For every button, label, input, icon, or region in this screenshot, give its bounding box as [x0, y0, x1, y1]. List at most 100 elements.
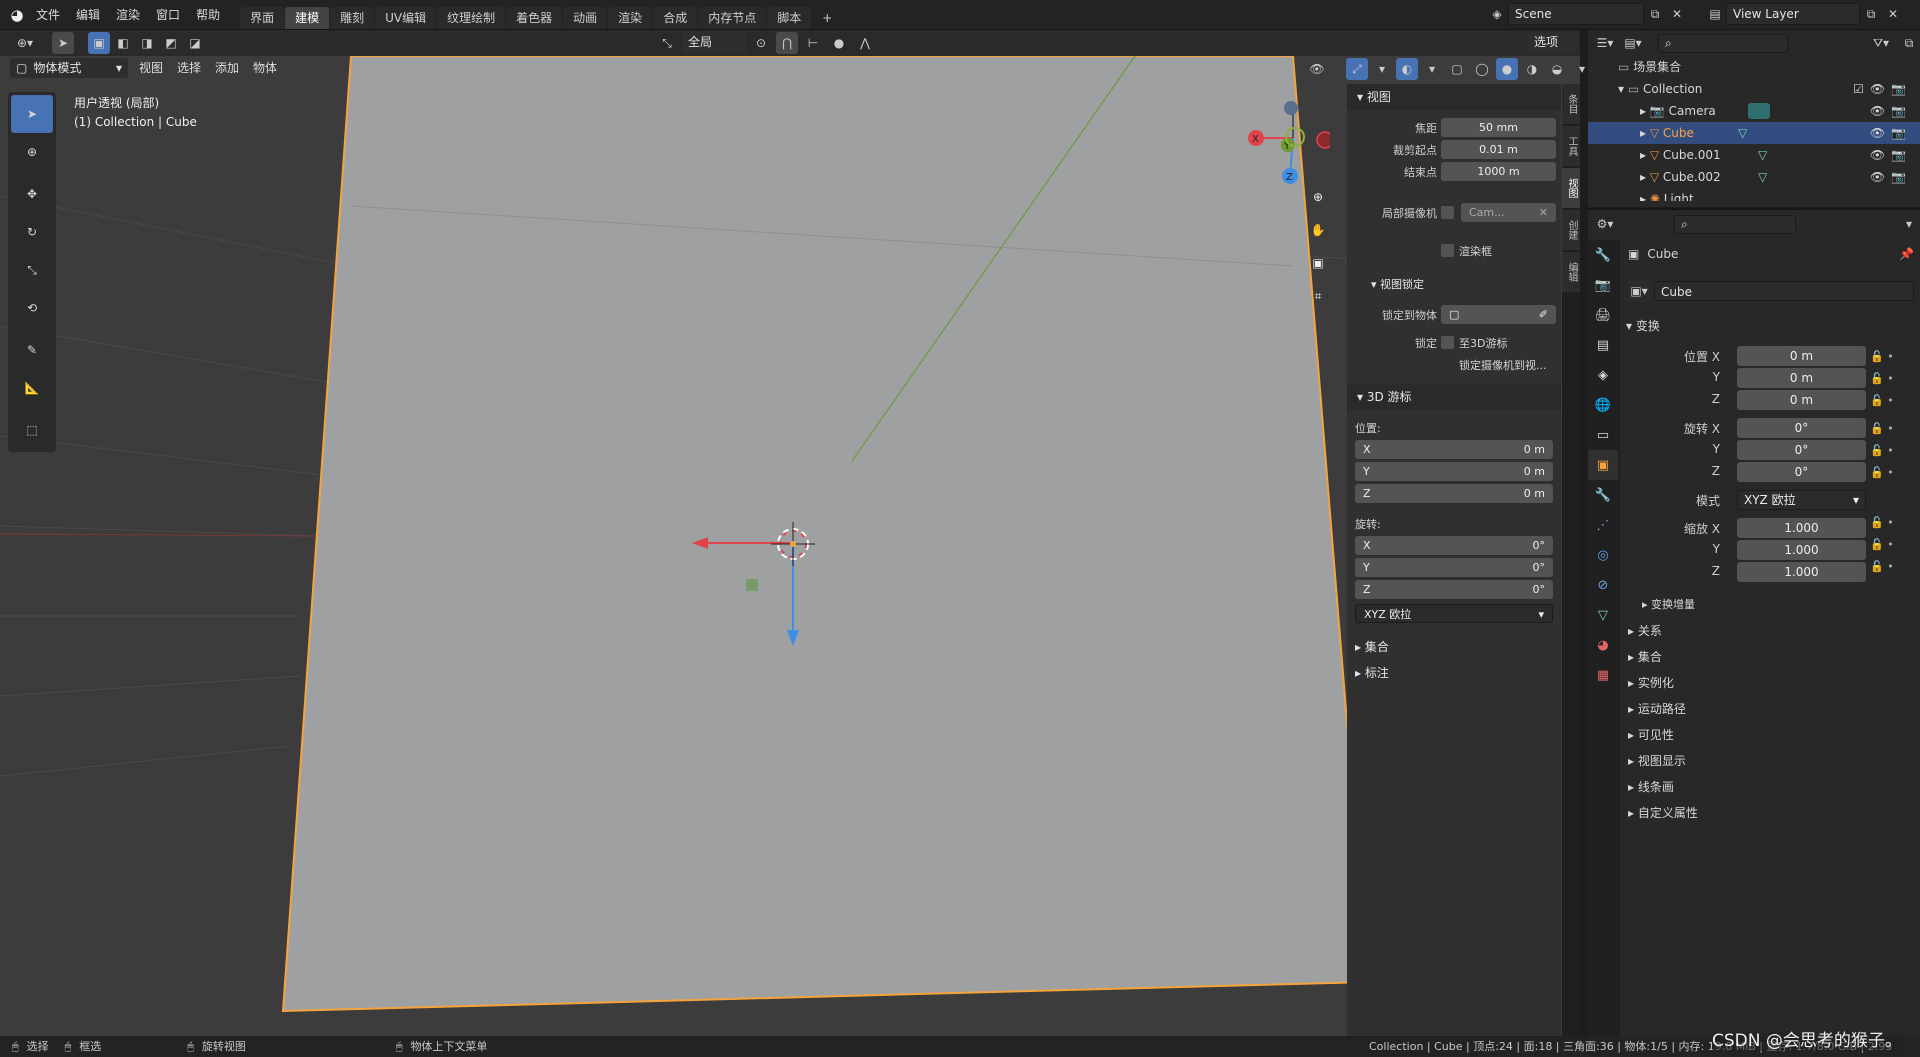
render-tab-icon[interactable]: 📷	[1588, 270, 1618, 300]
delta-transform-header[interactable]: ▸ 变换增量	[1642, 596, 1695, 612]
cursor-loc-z[interactable]: Z0 m	[1355, 484, 1553, 503]
lock-icon[interactable]: 🔓 •	[1870, 534, 1912, 556]
snap-target-icon[interactable]: ⊢	[802, 32, 824, 54]
scale-z-field[interactable]: 1.000	[1737, 562, 1866, 582]
camera-view-icon[interactable]: ▣	[1307, 252, 1329, 274]
tab-edit[interactable]: 编辑	[1562, 252, 1580, 292]
outliner-item-cube002[interactable]: ▸ ▽ Cube.002 ▽ 👁📷	[1588, 166, 1920, 188]
transform-tool-icon[interactable]: ⟲	[11, 289, 53, 327]
cursor-rot-x[interactable]: X 0°	[1355, 536, 1553, 555]
display-mode-icon[interactable]: ▤▾	[1622, 32, 1644, 54]
tab-compositing[interactable]: 合成	[653, 7, 698, 29]
new-collection-icon[interactable]: ⧉	[1898, 32, 1920, 54]
perspective-grid-icon[interactable]: ⌗	[1307, 285, 1329, 307]
pan-hand-icon[interactable]: ✋	[1307, 219, 1329, 241]
3d-viewport[interactable]: 用户透视 (局部) (1) Collection | Cube X Y Z ⊕ …	[0, 56, 1580, 1036]
new-view-layer-icon[interactable]: ⧉	[1860, 3, 1882, 25]
tab-tool[interactable]: 工具	[1562, 126, 1580, 166]
lock-icon[interactable]: 🔓 •	[1870, 440, 1912, 462]
focal-field[interactable]: 50 mm	[1441, 118, 1556, 137]
view-layer-field[interactable]: View Layer	[1726, 3, 1860, 25]
select-mode-subtract-icon[interactable]: ◨	[136, 32, 158, 54]
move-tool-icon[interactable]: ✥	[11, 175, 53, 213]
falloff-icon[interactable]: ⋀	[854, 32, 876, 54]
rotation-z-field[interactable]: 0°	[1737, 462, 1866, 482]
cursor-rotation-mode-dropdown[interactable]: XYZ 欧拉 ▾	[1355, 604, 1553, 623]
relations-section[interactable]: ▸ 关系	[1628, 622, 1662, 639]
clip-end-field[interactable]: 1000 m	[1441, 162, 1556, 181]
properties-options-icon[interactable]: ▾	[1898, 213, 1920, 235]
tab-texture-paint[interactable]: 纹理绘制	[437, 7, 506, 29]
wireframe-shading-icon[interactable]: ◯	[1471, 58, 1493, 80]
pin-icon[interactable]: 📌	[1899, 247, 1914, 261]
lock-object-field[interactable]: ▢ ✐	[1441, 305, 1556, 324]
object-tab-icon[interactable]: ▣	[1588, 450, 1618, 480]
outliner-editor-icon[interactable]: ☰▾	[1594, 32, 1616, 54]
orientation-icon[interactable]: ⤡	[656, 32, 678, 54]
view-layer-tab-icon[interactable]: ▤	[1588, 330, 1618, 360]
menu-help[interactable]: 帮助	[188, 0, 228, 30]
annotation-section-header[interactable]: ▸ 标注	[1355, 664, 1389, 681]
outliner-item-cube[interactable]: ▸ ▽ Cube ▽ 👁📷	[1588, 122, 1920, 144]
scale-y-field[interactable]: 1.000	[1737, 540, 1866, 560]
zoom-icon[interactable]: ⊕	[1307, 186, 1329, 208]
location-y-field[interactable]: 0 m	[1737, 368, 1866, 388]
lock-icon[interactable]: 🔓 •	[1870, 368, 1912, 390]
add-workspace-button[interactable]: +	[812, 7, 842, 29]
outliner-collection[interactable]: ▾ ▭ Collection ☑👁📷	[1588, 78, 1920, 100]
select-mode-difference-icon[interactable]: ◩	[160, 32, 182, 54]
options-dropdown[interactable]: 选项	[1528, 32, 1578, 54]
view-section-header[interactable]: ▾ 视图	[1347, 84, 1561, 110]
local-camera-field[interactable]: Cam... ✕	[1461, 203, 1556, 222]
world-tab-icon[interactable]: 🌐	[1588, 390, 1618, 420]
cursor-tool-icon[interactable]: ⊕	[11, 133, 53, 171]
location-x-field[interactable]: 0 m	[1737, 346, 1866, 366]
lock-icon[interactable]: 🔓 •	[1870, 346, 1912, 368]
editor-type-icon[interactable]: ⊕▾	[8, 32, 42, 54]
collection-section-header[interactable]: ▸ 集合	[1355, 638, 1389, 655]
collections-section[interactable]: ▸ 集合	[1628, 648, 1662, 665]
particles-tab-icon[interactable]: ⋰	[1588, 510, 1618, 540]
scale-x-field[interactable]: 1.000	[1737, 518, 1866, 538]
tweak-tool-icon[interactable]: ➤	[52, 32, 74, 54]
select-mode-intersect-icon[interactable]: ◪	[184, 32, 206, 54]
select-tool-icon[interactable]: ➤	[11, 95, 53, 133]
menu-render[interactable]: 渲染	[108, 0, 148, 30]
menu-object[interactable]: 物体	[246, 58, 284, 78]
outliner-search-input[interactable]: ⌕	[1658, 33, 1788, 53]
xray-icon[interactable]: ▢	[1446, 58, 1468, 80]
solid-shading-icon[interactable]: ●	[1496, 58, 1518, 80]
pivot-icon[interactable]: ⊙	[750, 32, 772, 54]
object-name-field[interactable]: Cube	[1654, 281, 1914, 301]
viewport-display-section[interactable]: ▸ 视图显示	[1628, 752, 1686, 769]
menu-edit[interactable]: 编辑	[68, 0, 108, 30]
tab-item[interactable]: 条目	[1562, 84, 1580, 124]
tab-modeling[interactable]: 建模	[285, 7, 330, 29]
tab-layout[interactable]: 界面	[240, 7, 285, 29]
annotate-tool-icon[interactable]: ✎	[11, 331, 53, 369]
motion-paths-section[interactable]: ▸ 运动路径	[1628, 700, 1686, 717]
tab-sculpting[interactable]: 雕刻	[330, 7, 375, 29]
visibility-icon[interactable]: 👁	[1306, 58, 1328, 80]
material-shading-icon[interactable]: ◑	[1521, 58, 1543, 80]
menu-select[interactable]: 选择	[170, 58, 208, 78]
overlay-toggle-icon[interactable]: ◐	[1396, 58, 1418, 80]
add-cube-tool-icon[interactable]: ⬚	[11, 411, 53, 449]
tab-geometry-nodes[interactable]: 内存节点	[698, 7, 767, 29]
tab-create[interactable]: 创建	[1562, 210, 1580, 250]
local-camera-checkbox[interactable]	[1441, 206, 1454, 219]
tab-animation[interactable]: 动画	[563, 7, 608, 29]
navigation-gizmo[interactable]: X Y Z	[1240, 92, 1330, 192]
scale-tool-icon[interactable]: ⤡	[11, 251, 53, 289]
cursor-loc-x[interactable]: X0 m	[1355, 440, 1553, 459]
object-browse-icon[interactable]: ▣▾	[1628, 280, 1650, 302]
physics-tab-icon[interactable]: ◎	[1588, 540, 1618, 570]
scene-field[interactable]: Scene	[1508, 3, 1644, 25]
delete-scene-icon[interactable]: ✕	[1666, 3, 1688, 25]
menu-window[interactable]: 窗口	[148, 0, 188, 30]
material-tab-icon[interactable]: ◕	[1588, 630, 1618, 660]
rotation-x-field[interactable]: 0°	[1737, 418, 1866, 438]
cursor-loc-y[interactable]: Y0 m	[1355, 462, 1553, 481]
menu-view[interactable]: 视图	[132, 58, 170, 78]
gizmo-toggle-icon[interactable]: ⤢	[1346, 58, 1368, 80]
